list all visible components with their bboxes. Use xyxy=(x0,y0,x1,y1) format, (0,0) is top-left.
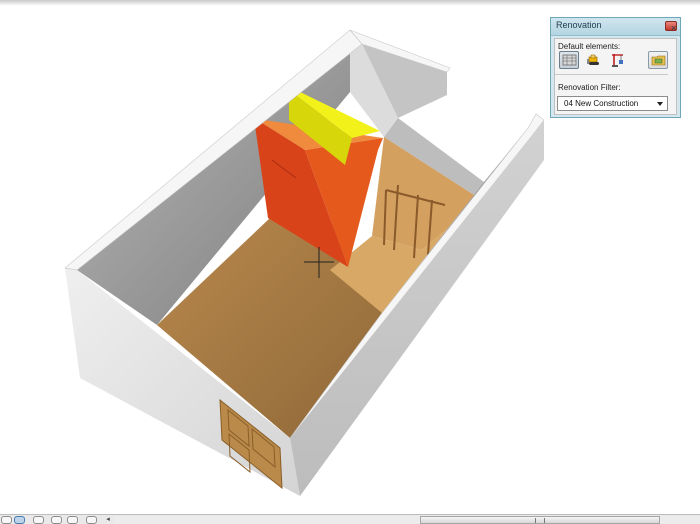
renovation-filter-value: 04 New Construction xyxy=(564,99,639,108)
existing-elements-button[interactable] xyxy=(559,51,579,69)
rotate-view-icon[interactable] xyxy=(67,516,78,524)
new-construction-crane-icon xyxy=(612,54,623,67)
palette-divider xyxy=(555,74,668,75)
default-elements-label: Default elements: xyxy=(558,42,621,51)
new-construction-button[interactable] xyxy=(607,51,627,69)
renovation-palette[interactable]: Renovation × Default elements: Renovatio… xyxy=(550,17,681,118)
palette-title: Renovation xyxy=(556,20,602,30)
renovation-settings-button[interactable] xyxy=(648,51,668,69)
existing-elements-icon xyxy=(562,54,577,66)
demolition-button[interactable] xyxy=(583,51,603,69)
camera-icon[interactable] xyxy=(86,516,97,524)
orbit-icon[interactable] xyxy=(1,516,12,524)
settings-folder-icon xyxy=(651,55,666,66)
horizontal-scrollbar[interactable] xyxy=(114,516,700,524)
renovation-filter-select[interactable]: 04 New Construction xyxy=(557,96,668,111)
close-icon: × xyxy=(671,23,677,33)
close-button[interactable]: × xyxy=(665,21,677,33)
explore-icon[interactable] xyxy=(33,516,44,524)
zoom-icon[interactable] xyxy=(14,516,25,524)
status-bar: ◂ xyxy=(0,514,700,524)
dropdown-arrow-icon[interactable] xyxy=(657,102,663,106)
scrollbar-grip-icon xyxy=(535,518,545,523)
renovation-filter-label: Renovation Filter: xyxy=(558,83,621,92)
scroll-left-icon[interactable]: ◂ xyxy=(104,516,112,524)
demolition-bulldozer-icon xyxy=(587,54,599,65)
palette-title-bar[interactable]: Renovation × xyxy=(551,18,680,36)
scrollbar-thumb[interactable] xyxy=(420,516,660,524)
pan-icon[interactable] xyxy=(51,516,62,524)
